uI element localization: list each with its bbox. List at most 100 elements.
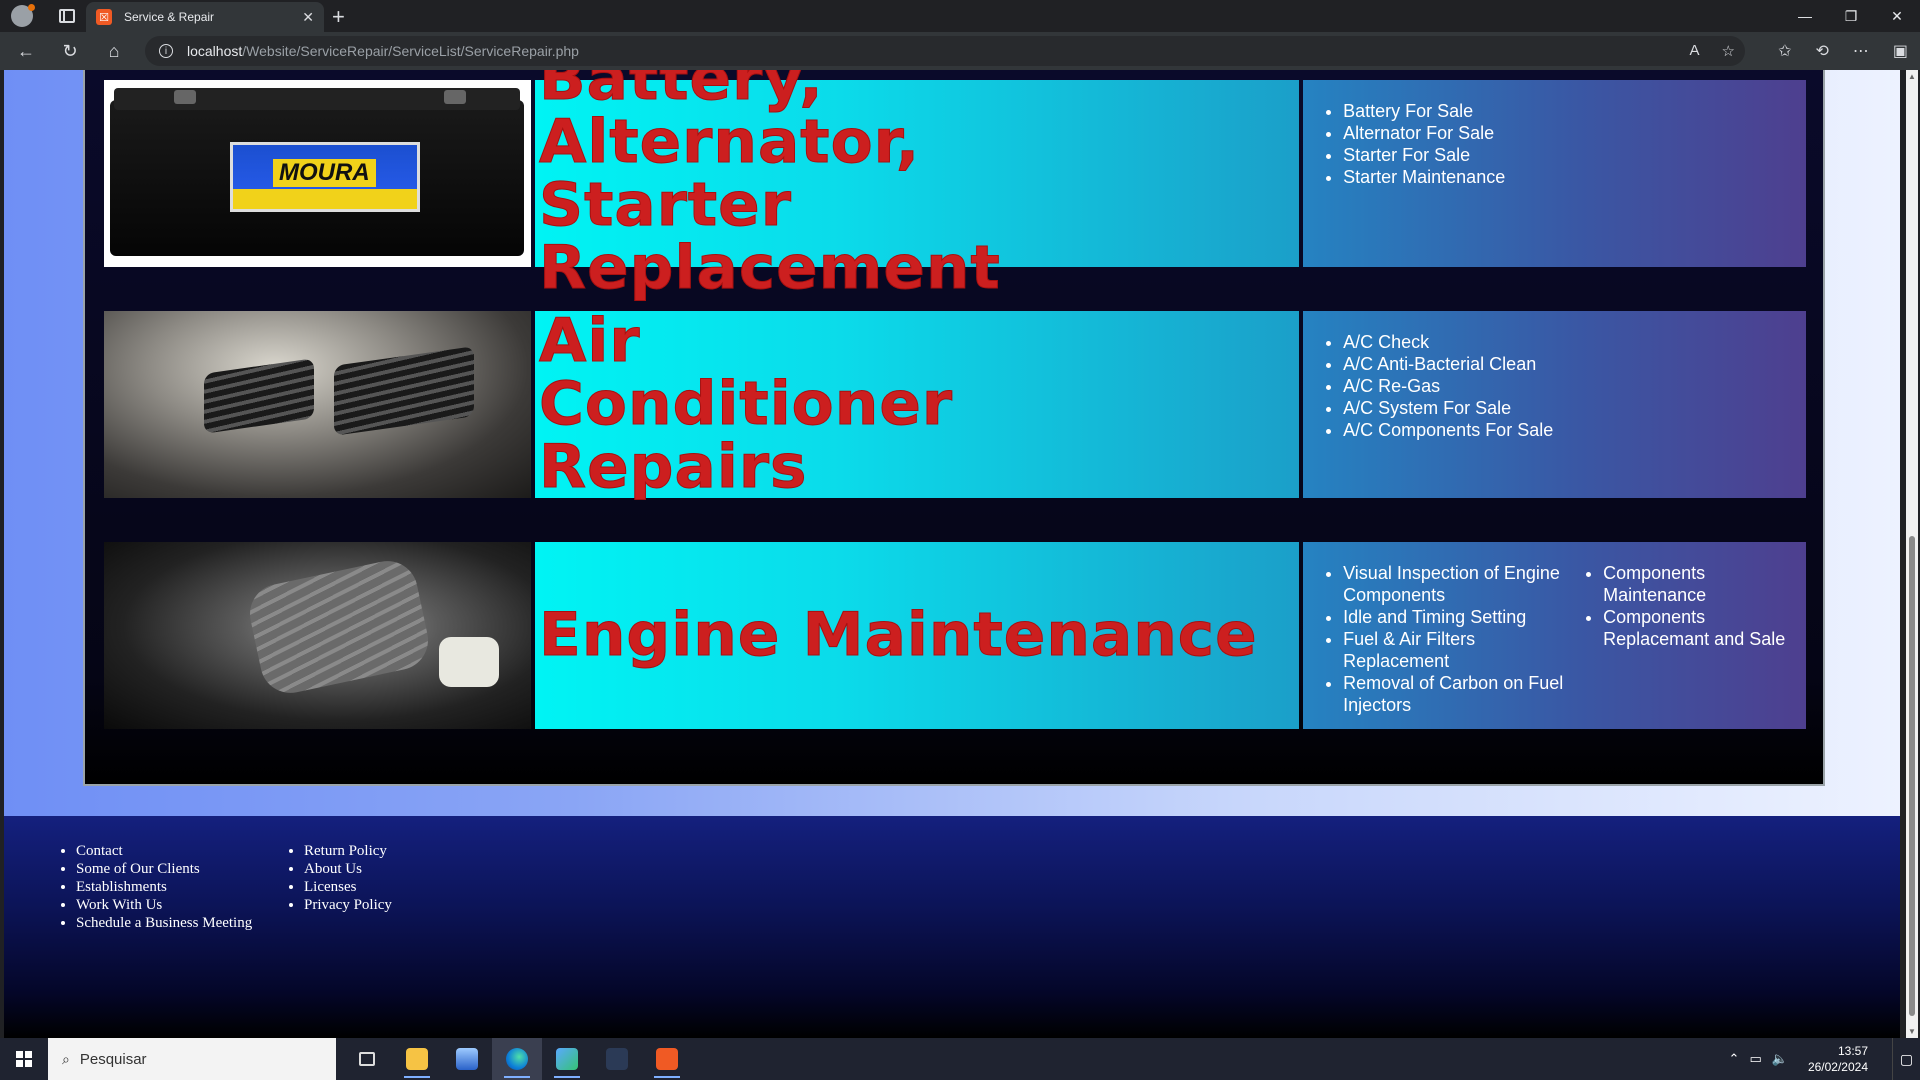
url-host: localhost xyxy=(187,43,243,59)
page-footer: Contact Some of Our Clients Establishmen… xyxy=(4,816,1900,1038)
service-title: Air Conditioner Repairs xyxy=(538,306,954,502)
list-item: A/C Re-Gas xyxy=(1343,375,1567,397)
window-controls: — ❐ ✕ xyxy=(1782,0,1920,32)
footer-link-clients[interactable]: Some of Our Clients xyxy=(76,860,264,878)
url-text[interactable]: localhost/Website/ServiceRepair/ServiceL… xyxy=(187,43,579,59)
list-item: Components Replacemant and Sale xyxy=(1603,606,1803,650)
app-icon[interactable] xyxy=(442,1038,492,1080)
footer-link-about-us[interactable]: About Us xyxy=(304,860,392,878)
task-view-icon[interactable] xyxy=(342,1038,392,1080)
service-title-box: Engine Maintenance xyxy=(534,542,1300,729)
clock-time: 13:57 xyxy=(1837,1044,1868,1058)
address-bar[interactable]: i localhost/Website/ServiceRepair/Servic… xyxy=(145,36,1745,66)
browser-tab-bar: ☒ Service & Repair ✕ + — ❐ ✕ xyxy=(0,0,1920,32)
clock-date: 26/02/2024 xyxy=(1807,1060,1868,1074)
footer-link-licenses[interactable]: Licenses xyxy=(304,878,392,896)
search-icon: ⌕ xyxy=(62,1050,70,1067)
service-row-air-conditioner: Air Conditioner Repairs A/C Check A/C An… xyxy=(104,306,1806,502)
service-row-battery: MOURA Battery, Alternator, Starter Repla… xyxy=(104,70,1806,300)
vertical-scrollbar[interactable]: ▲ ▼ xyxy=(1906,70,1918,1038)
history-icon[interactable]: ⟲ xyxy=(1815,41,1828,61)
cube-app-icon[interactable] xyxy=(542,1038,592,1080)
network-icon[interactable]: ▭ xyxy=(1749,1051,1761,1067)
battery-image: MOURA xyxy=(104,80,531,267)
footer-link-return-policy[interactable]: Return Policy xyxy=(304,842,392,860)
restore-icon[interactable]: ❐ xyxy=(1828,0,1874,32)
service-list-box: Visual Inspection of Engine Components I… xyxy=(1303,542,1806,729)
service-list: Components Maintenance Components Replac… xyxy=(1603,562,1803,729)
home-icon[interactable]: ⌂ xyxy=(98,41,130,62)
close-window-icon[interactable]: ✕ xyxy=(1874,0,1920,32)
taskbar-search[interactable]: ⌕ Pesquisar xyxy=(48,1038,336,1080)
xampp-taskbar-icon[interactable] xyxy=(642,1038,692,1080)
more-menu-icon[interactable]: ⋯ xyxy=(1853,41,1869,61)
service-title: Battery, Alternator, Starter Replacement xyxy=(538,70,1001,303)
list-item: Removal of Carbon on Fuel Injectors xyxy=(1343,672,1567,716)
profile-avatar-icon[interactable] xyxy=(11,4,35,27)
tab-actions-icon[interactable] xyxy=(59,9,75,23)
sidebar-icon[interactable]: ▣ xyxy=(1893,41,1908,61)
list-item: Visual Inspection of Engine Components xyxy=(1343,562,1567,606)
url-path: /Website/ServiceRepair/ServiceList/Servi… xyxy=(242,43,579,59)
search-placeholder: Pesquisar xyxy=(79,1050,147,1068)
list-item: Alternator For Sale xyxy=(1343,122,1567,144)
browser-viewport: MOURA Battery, Alternator, Starter Repla… xyxy=(0,70,1920,1038)
list-item: Starter Maintenance xyxy=(1343,166,1567,188)
windows-logo-icon xyxy=(16,1051,32,1067)
service-title-box: Air Conditioner Repairs xyxy=(534,306,1300,502)
footer-link-privacy-policy[interactable]: Privacy Policy xyxy=(304,896,392,914)
scrollbar-thumb[interactable] xyxy=(1909,536,1915,1016)
scroll-up-icon[interactable]: ▲ xyxy=(1908,72,1916,81)
footer-link-establishments[interactable]: Establishments xyxy=(76,878,264,896)
list-item: A/C Check xyxy=(1343,331,1567,353)
list-item: Starter For Sale xyxy=(1343,144,1567,166)
service-list: A/C Check A/C Anti-Bacterial Clean A/C R… xyxy=(1343,331,1567,498)
favorites-icon[interactable]: ✩ xyxy=(1778,41,1791,61)
list-item: A/C Components For Sale xyxy=(1343,419,1567,441)
footer-link-contact[interactable]: Contact xyxy=(76,842,264,860)
list-item: A/C System For Sale xyxy=(1343,397,1567,419)
service-list-box: A/C Check A/C Anti-Bacterial Clean A/C R… xyxy=(1303,311,1806,498)
vscode-icon[interactable] xyxy=(592,1038,642,1080)
favorite-star-icon[interactable]: ☆ xyxy=(1722,42,1735,60)
scroll-down-icon[interactable]: ▼ xyxy=(1908,1027,1916,1036)
footer-link-work-with-us[interactable]: Work With Us xyxy=(76,896,264,914)
service-title-box: Battery, Alternator, Starter Replacement xyxy=(534,70,1300,300)
list-item: Components Maintenance xyxy=(1603,562,1803,606)
service-list: Battery For Sale Alternator For Sale Sta… xyxy=(1343,100,1567,267)
file-explorer-icon[interactable] xyxy=(392,1038,442,1080)
browser-toolbar: ← ↻ ⌂ i localhost/Website/ServiceRepair/… xyxy=(0,32,1920,70)
tray-chevron-icon[interactable]: ⌃ xyxy=(1729,1051,1740,1067)
system-tray: ⌃ ▭ 🔈 13:57 26/02/2024 ▢ xyxy=(1729,1038,1920,1080)
start-button[interactable] xyxy=(0,1038,48,1080)
notifications-icon[interactable]: ▢ xyxy=(1892,1038,1920,1080)
list-item: Fuel & Air Filters Replacement xyxy=(1343,628,1567,672)
edge-browser-icon[interactable] xyxy=(492,1038,542,1080)
page-background: MOURA Battery, Alternator, Starter Repla… xyxy=(4,70,1900,1038)
footer-links-col2: Return Policy About Us Licenses Privacy … xyxy=(304,842,392,1038)
list-item: A/C Anti-Bacterial Clean xyxy=(1343,353,1567,375)
tab-close-icon[interactable]: ✕ xyxy=(302,9,314,26)
tab-title: Service & Repair xyxy=(124,10,215,24)
list-item: Idle and Timing Setting xyxy=(1343,606,1567,628)
service-list: Visual Inspection of Engine Components I… xyxy=(1343,562,1567,729)
taskbar-clock[interactable]: 13:57 26/02/2024 xyxy=(1808,1043,1868,1075)
refresh-icon[interactable]: ↻ xyxy=(54,41,86,62)
service-title: Engine Maintenance xyxy=(538,600,1258,670)
back-icon[interactable]: ← xyxy=(10,41,42,62)
minimize-icon[interactable]: — xyxy=(1782,0,1828,32)
read-aloud-icon[interactable]: A xyxy=(1690,42,1700,60)
engine-image xyxy=(104,542,531,729)
xampp-icon: ☒ xyxy=(96,9,112,25)
volume-icon[interactable]: 🔈 xyxy=(1772,1051,1788,1067)
footer-links-col1: Contact Some of Our Clients Establishmen… xyxy=(76,842,264,1038)
service-list-box: Battery For Sale Alternator For Sale Sta… xyxy=(1303,80,1806,267)
site-info-icon[interactable]: i xyxy=(159,44,173,58)
windows-taskbar: ⌕ Pesquisar ⌃ ▭ 🔈 13:57 26/02/2024 ▢ xyxy=(0,1038,1920,1080)
new-tab-button[interactable]: + xyxy=(332,4,345,30)
footer-link-schedule-meeting[interactable]: Schedule a Business Meeting xyxy=(76,914,264,932)
service-row-engine: Engine Maintenance Visual Inspection of … xyxy=(104,542,1806,729)
services-panel: MOURA Battery, Alternator, Starter Repla… xyxy=(83,70,1825,786)
list-item: Battery For Sale xyxy=(1343,100,1567,122)
browser-tab[interactable]: ☒ Service & Repair ✕ xyxy=(86,2,324,32)
